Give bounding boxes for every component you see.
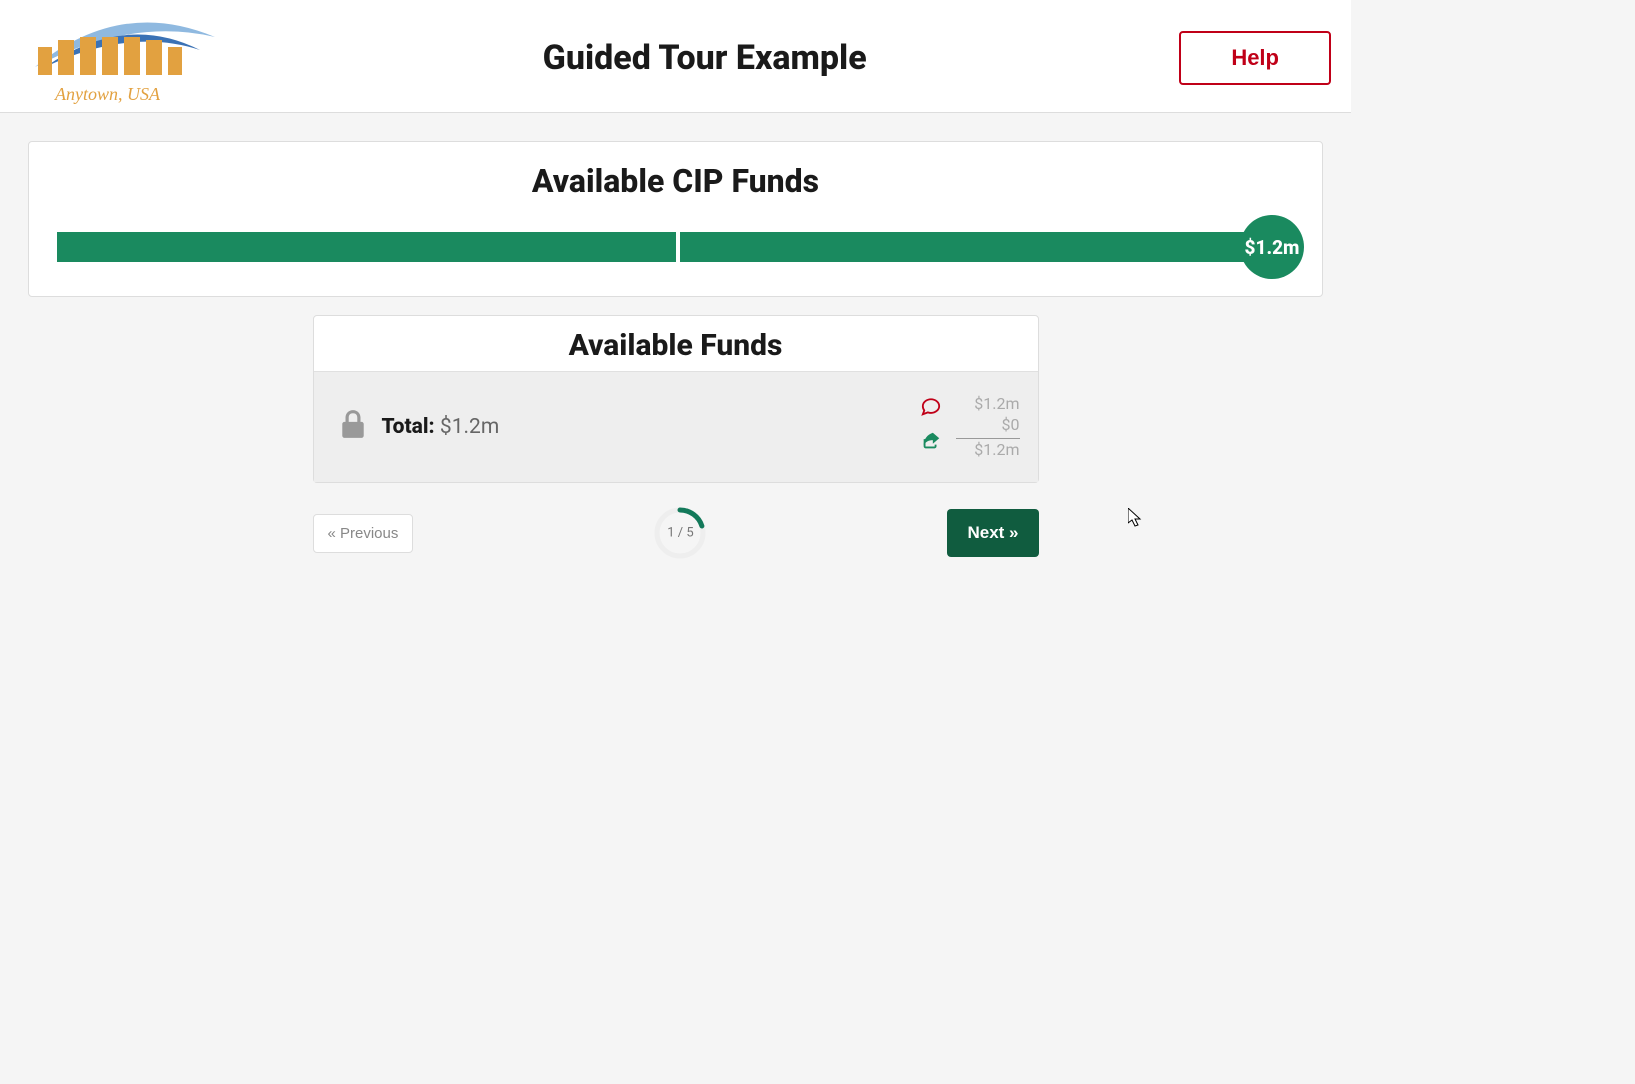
amount-divider	[956, 438, 1020, 439]
cip-funds-title: Available CIP Funds	[57, 162, 1294, 200]
help-button[interactable]: Help	[1179, 31, 1331, 85]
share-icon[interactable]	[920, 430, 942, 458]
available-funds-title: Available Funds	[314, 316, 1038, 371]
page-title: Guided Tour Example	[230, 38, 1179, 78]
total-label: Total:	[382, 415, 435, 439]
amount-top: $1.2m	[956, 394, 1020, 415]
previous-button[interactable]: « Previous	[313, 514, 414, 553]
tour-progress-text: 1 / 5	[667, 526, 693, 541]
amount-breakdown: $1.2m $0 $1.2m	[956, 394, 1020, 460]
cip-progress-bar: $1.2m	[57, 232, 1294, 262]
cip-bar-segment-2	[680, 232, 1295, 262]
lock-icon	[340, 409, 366, 446]
app-header: Anytown, USA Guided Tour Example Help	[0, 0, 1351, 113]
next-button[interactable]: Next »	[947, 509, 1038, 557]
cip-bar-badge: $1.2m	[1240, 215, 1304, 279]
tour-nav: « Previous 1 / 5 Next »	[313, 505, 1039, 561]
amount-mid: $0	[956, 415, 1020, 436]
cip-bar-segment-1	[57, 232, 676, 262]
logo-subtitle: Anytown, USA	[55, 84, 160, 105]
cip-funds-card: Available CIP Funds $1.2m	[28, 141, 1323, 297]
available-funds-body: Total: $1.2m $1.2m $	[314, 371, 1038, 482]
comment-icon[interactable]	[920, 397, 942, 422]
total-text: Total: $1.2m	[382, 415, 500, 439]
available-funds-card: Available Funds Total: $1.2m	[313, 315, 1039, 483]
tour-progress-ring: 1 / 5	[652, 505, 708, 561]
logo[interactable]: Anytown, USA	[20, 12, 230, 105]
amount-bottom: $1.2m	[956, 440, 1020, 461]
city-logo-icon	[20, 12, 230, 92]
total-value: $1.2m	[440, 415, 499, 439]
